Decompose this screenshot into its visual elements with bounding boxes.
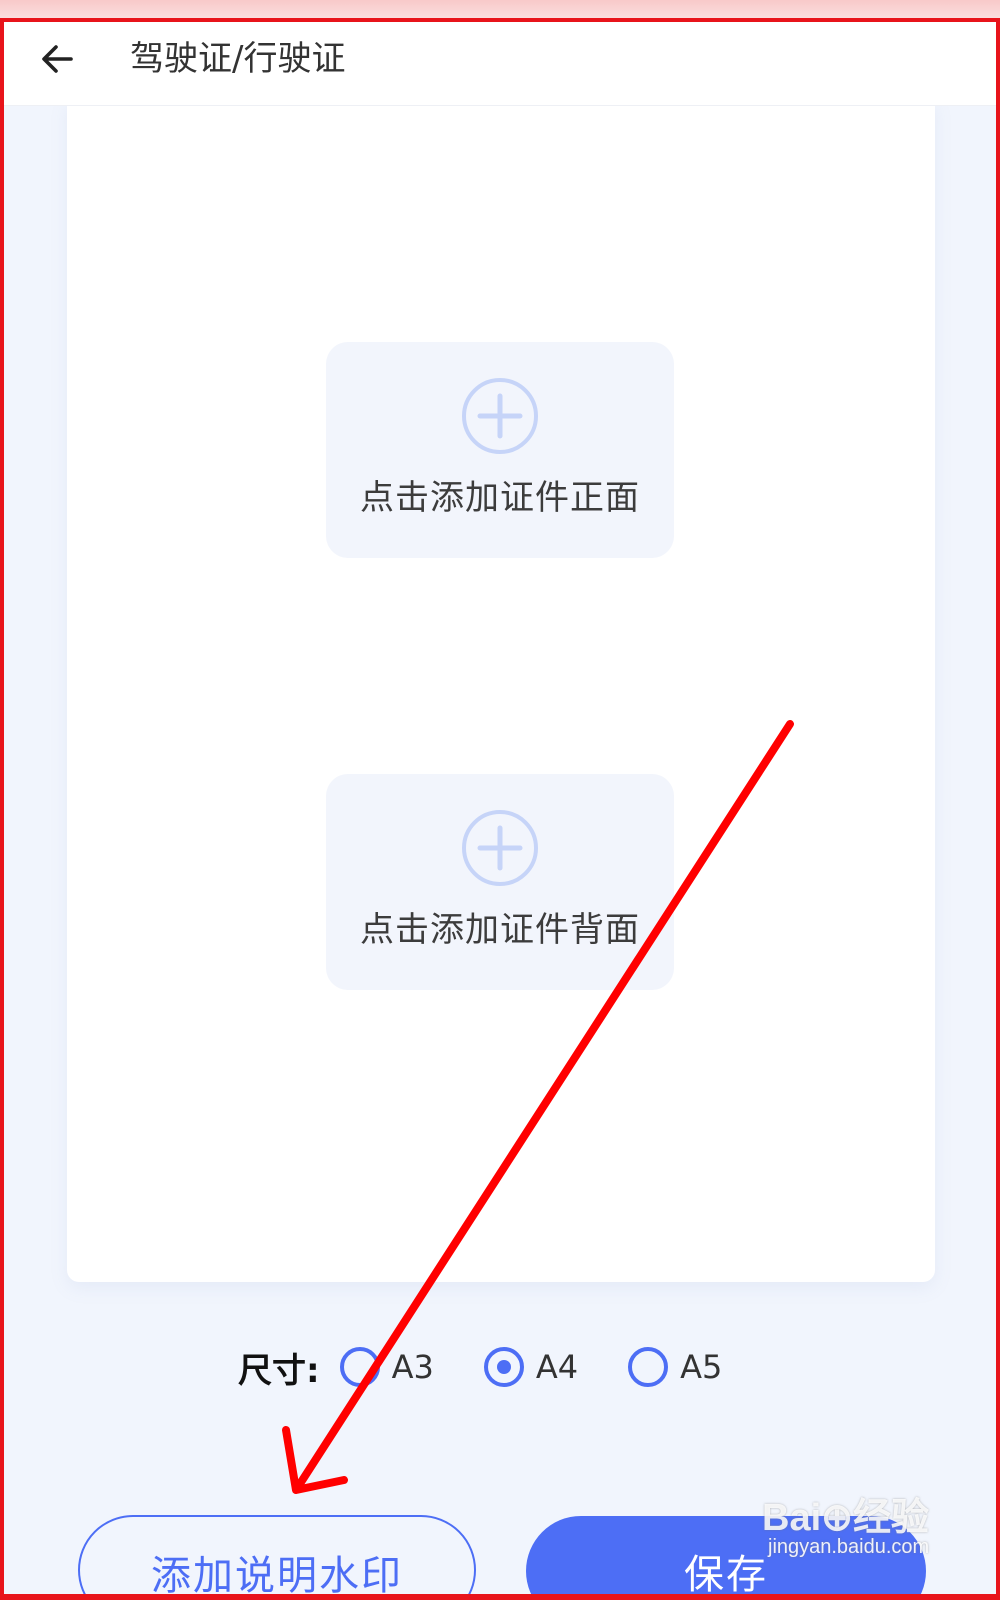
upload-back-button[interactable]: 点击添加证件背面 xyxy=(326,774,674,990)
save-button[interactable]: 保存 xyxy=(526,1516,926,1600)
document-preview-card xyxy=(67,100,935,1282)
size-option-a4[interactable]: A4 xyxy=(483,1347,579,1387)
size-label: 尺寸: xyxy=(238,1350,320,1391)
size-option-label: A3 xyxy=(391,1348,434,1386)
size-option-a3[interactable]: A3 xyxy=(339,1347,434,1387)
upload-back-label: 点击添加证件背面 xyxy=(360,910,640,950)
add-watermark-button[interactable]: 添加说明水印 xyxy=(78,1515,476,1600)
page-title: 驾驶证/行驶证 xyxy=(130,39,346,79)
size-option-a5[interactable]: A5 xyxy=(628,1347,722,1387)
radio-unchecked-icon[interactable] xyxy=(339,1347,380,1387)
radio-unchecked-icon[interactable] xyxy=(628,1347,669,1387)
app-header: 驾驶证/行驶证 xyxy=(4,22,996,106)
plus-circle-icon xyxy=(462,378,538,454)
back-button[interactable] xyxy=(34,36,80,82)
size-option-label: A5 xyxy=(680,1348,723,1386)
radio-checked-icon[interactable] xyxy=(483,1347,524,1387)
size-option-label: A4 xyxy=(535,1348,579,1386)
upload-front-label: 点击添加证件正面 xyxy=(360,478,640,518)
upload-front-button[interactable]: 点击添加证件正面 xyxy=(326,342,674,558)
size-selector: 尺寸: A3 A4 A5 xyxy=(238,1340,722,1394)
plus-circle-icon xyxy=(462,810,538,886)
top-border-glow xyxy=(0,0,1000,22)
arrow-left-icon xyxy=(42,45,73,73)
